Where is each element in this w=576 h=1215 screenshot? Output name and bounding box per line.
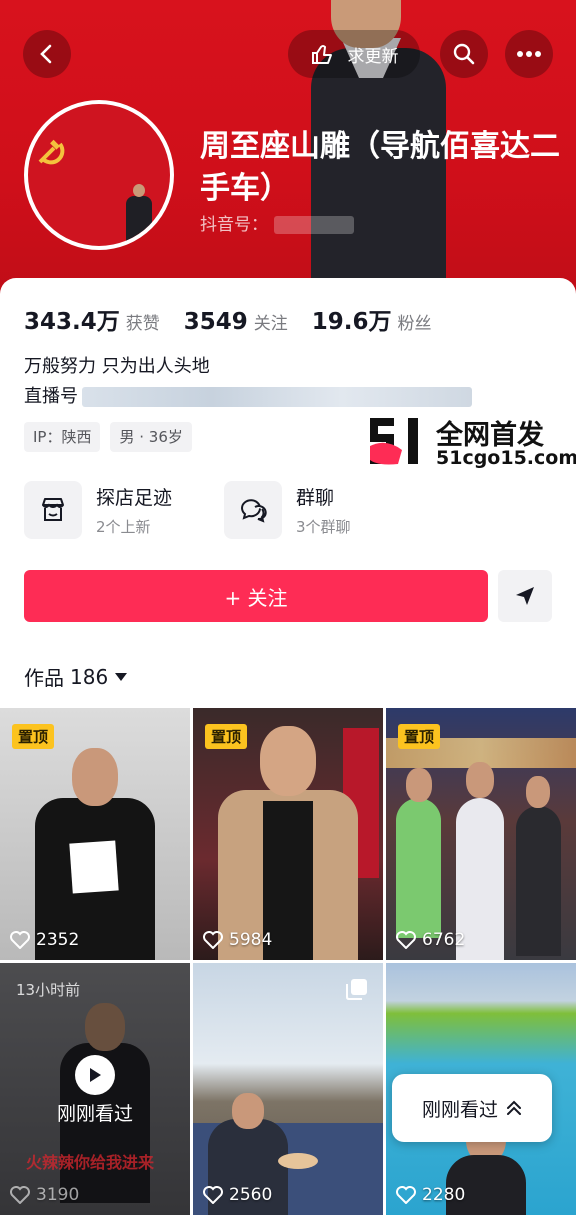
follow-label: + 关注 xyxy=(224,585,288,610)
search-button[interactable] xyxy=(440,30,488,78)
pinned-badge: 置顶 xyxy=(205,724,248,749)
heart-icon xyxy=(203,1186,223,1204)
heart-icon xyxy=(10,1186,30,1204)
watched-overlay-label: 刚刚看过 xyxy=(56,1103,133,1125)
like-count: 5984 xyxy=(203,930,272,950)
feature-store-subtitle: 2个上新 xyxy=(96,518,151,536)
like-count: 6762 xyxy=(396,930,465,950)
recently-watched-button[interactable]: 刚刚看过 xyxy=(392,1074,552,1142)
video-tile[interactable]: 2560 xyxy=(193,963,383,1215)
watermark-logo xyxy=(370,418,418,465)
video-tile[interactable]: 置顶 5984 xyxy=(193,708,383,960)
works-label: 作品 xyxy=(24,666,64,690)
hammer-sickle-icon xyxy=(38,139,65,165)
play-icon xyxy=(90,1068,101,1082)
follow-button[interactable]: + 关注 xyxy=(24,570,488,622)
video-tile[interactable]: 13小时前 刚刚看过 火辣辣你给我进来 3190 xyxy=(0,963,190,1215)
store-icon xyxy=(24,481,82,539)
works-count: 186 xyxy=(70,664,109,689)
heart-icon xyxy=(396,1186,416,1204)
multi-image-icon xyxy=(346,979,367,1000)
recently-watched-label: 刚刚看过 xyxy=(421,1098,498,1121)
feature-store-visits[interactable]: 探店足迹 2个上新 xyxy=(24,481,172,539)
group-chat-icon xyxy=(224,481,282,539)
blurred-text xyxy=(82,387,472,407)
like-count: 2560 xyxy=(203,1185,272,1205)
more-dots-icon xyxy=(517,51,541,57)
chevron-left-icon xyxy=(40,44,52,64)
douyin-id: 抖音号： xyxy=(200,210,354,235)
like-count: 3190 xyxy=(10,1185,79,1205)
search-icon xyxy=(453,43,475,65)
back-button[interactable] xyxy=(23,30,71,78)
douyin-id-label: 抖音号： xyxy=(200,215,268,235)
stats-row: 343.4万 获赞 3549 关注 19.6万 粉丝 xyxy=(24,302,432,336)
feature-store-title: 探店足迹 xyxy=(96,487,173,509)
watermark-url: 51cgo15.com xyxy=(436,447,576,469)
caret-down-icon xyxy=(115,672,128,681)
thumb-point-icon xyxy=(311,45,332,64)
like-count: 2280 xyxy=(396,1185,465,1205)
avatar[interactable] xyxy=(24,100,174,250)
stat-following[interactable]: 3549 关注 xyxy=(184,309,288,335)
like-count: 2352 xyxy=(10,930,79,950)
video-tile[interactable]: 置顶 2352 xyxy=(0,708,190,960)
heart-icon xyxy=(10,931,30,949)
feature-group-subtitle: 3个群聊 xyxy=(296,518,351,536)
stat-likes[interactable]: 343.4万 获赞 xyxy=(24,302,160,336)
heart-icon xyxy=(396,931,416,949)
play-button[interactable] xyxy=(75,1055,115,1095)
video-thumbnail xyxy=(218,726,358,960)
feature-group-title: 群聊 xyxy=(296,487,335,509)
share-button[interactable] xyxy=(498,570,552,622)
video-thumbnail xyxy=(35,748,155,960)
request-update-button[interactable]: 求更新 xyxy=(288,30,420,78)
double-chevron-up-icon xyxy=(507,1100,521,1115)
tags-row: IP：陕西 男 · 36岁 xyxy=(24,422,192,452)
stat-followers[interactable]: 19.6万 粉丝 xyxy=(312,302,432,336)
tab-works[interactable]: 作品 186 xyxy=(24,662,128,691)
video-subtitle: 火辣辣你给我进来 xyxy=(26,1153,155,1172)
blurred-id xyxy=(274,216,354,234)
avatar-person xyxy=(126,184,152,244)
ip-tag: IP：陕西 xyxy=(24,422,101,452)
gender-age-tag: 男 · 36岁 xyxy=(110,422,192,452)
video-tile[interactable]: 置顶 6762 xyxy=(386,708,576,960)
pinned-badge: 置顶 xyxy=(12,724,55,749)
time-label: 13小时前 xyxy=(16,981,81,999)
heart-icon xyxy=(203,931,223,949)
paper-plane-icon xyxy=(516,587,534,605)
more-button[interactable] xyxy=(505,30,553,78)
pinned-badge: 置顶 xyxy=(398,724,441,749)
request-update-label: 求更新 xyxy=(347,46,399,67)
profile-name: 周至座山雕（导航佰喜达二手车） xyxy=(200,129,560,206)
bio-line-2: 直播号 xyxy=(24,382,472,412)
feature-group-chat[interactable]: 群聊 3个群聊 xyxy=(224,481,351,539)
bio-line-1: 万般努力 只为出人头地 xyxy=(24,356,210,377)
bio: 万般努力 只为出人头地 直播号 xyxy=(24,352,472,412)
